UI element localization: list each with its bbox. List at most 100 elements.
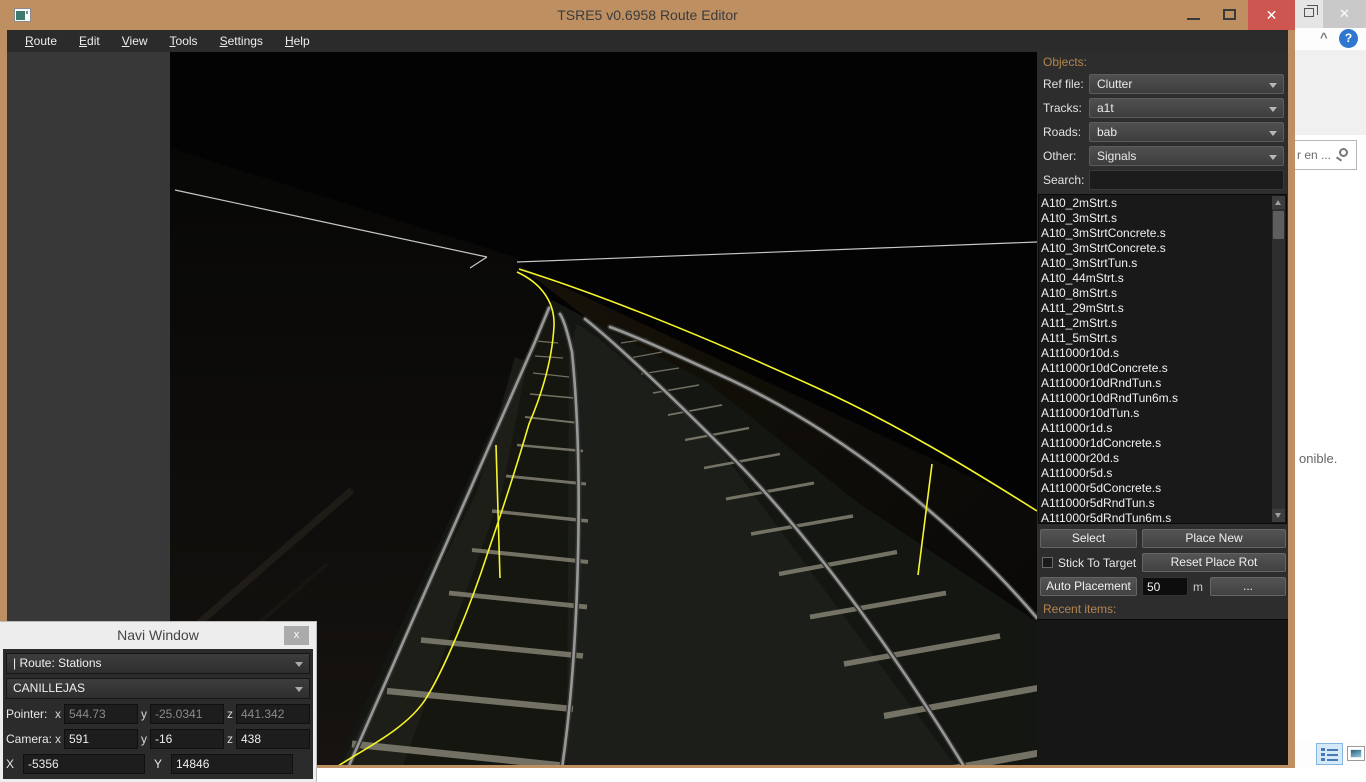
explorer-toolbar: ^ ? [1295,28,1366,50]
stick-to-target-label: Stick To Target [1058,556,1136,570]
auto-placement-button[interactable]: Auto Placement [1040,577,1137,596]
station-select[interactable]: CANILLEJAS [6,678,310,699]
camera-row: Camera: x y z [6,728,310,749]
ref-list-item[interactable]: A1t1_5mStrt.s [1041,331,1271,346]
tracks-select[interactable]: a1t [1089,98,1284,118]
pointer-y-field[interactable] [150,704,224,724]
menu-settings[interactable]: Settings [211,32,272,50]
camera-x-field[interactable] [64,729,138,749]
select-button[interactable]: Select [1040,529,1137,548]
chevron-down-icon [295,662,303,667]
search-input[interactable] [1089,170,1284,190]
recent-items-list[interactable] [1037,619,1288,765]
ref-list-item[interactable]: A1t0_3mStrtTun.s [1041,256,1271,271]
pointer-x-field[interactable] [64,704,138,724]
explorer-titlebar: ✕ [1295,0,1366,28]
ref-list-item[interactable]: A1t1000r10dConcrete.s [1041,361,1271,376]
menu-route[interactable]: Route [16,32,66,50]
pointer-y-label: y [141,707,147,721]
chevron-up-icon[interactable]: ^ [1320,30,1328,45]
close-button[interactable]: ✕ [1248,0,1295,30]
ref-list-item[interactable]: A1t0_3mStrtConcrete.s [1041,241,1271,256]
ref-list-container: A1t0_2mStrt.sA1t0_3mStrt.sA1t0_3mStrtCon… [1038,194,1287,524]
explorer-close-button[interactable]: ✕ [1323,0,1366,28]
stick-to-target-cell: Stick To Target [1040,556,1137,570]
restore-icon[interactable] [1304,8,1314,17]
list-scrollbar[interactable] [1272,196,1285,522]
tile-x-label: X [6,757,20,771]
reset-place-rot-button[interactable]: Reset Place Rot [1142,553,1286,572]
roads-select[interactable]: bab [1089,122,1284,142]
ref-list-item[interactable]: A1t1000r5dRndTun6m.s [1041,511,1271,522]
roads-label: Roads: [1043,125,1089,139]
navi-close-button[interactable]: x [284,626,309,645]
tile-x-field[interactable] [23,754,145,774]
scroll-down-button[interactable] [1272,509,1285,522]
ref-list-item[interactable]: A1t1000r1d.s [1041,421,1271,436]
ref-list-item[interactable]: A1t0_3mStrtConcrete.s [1041,226,1271,241]
route-marker-select[interactable]: | Route: Stations [6,653,310,674]
ref-list-item[interactable]: A1t1000r1dConcrete.s [1041,436,1271,451]
pointer-x-label: x [55,707,61,721]
ref-list-item[interactable]: A1t1_2mStrt.s [1041,316,1271,331]
maximize-button[interactable] [1214,0,1248,30]
minimize-button[interactable] [1178,0,1212,30]
ref-list-item[interactable]: A1t1000r5dConcrete.s [1041,481,1271,496]
navi-titlebar[interactable]: Navi Window x [3,622,313,649]
tile-y-label: Y [154,757,168,771]
camera-y-field[interactable] [150,729,224,749]
background-explorer-window: ✕ ^ ? r en ... onible. [1295,0,1366,768]
roads-row: Roads: bab [1037,120,1288,144]
scroll-up-icon [1275,200,1281,205]
ref-list-item[interactable]: A1t1000r5d.s [1041,466,1271,481]
pointer-row: Pointer: x y z [6,703,310,724]
ref-list-item[interactable]: A1t1000r5dRndTun.s [1041,496,1271,511]
pointer-z-label: z [227,707,233,721]
help-icon[interactable]: ? [1339,29,1358,48]
pointer-z-field[interactable] [236,704,310,724]
ref-list-item[interactable]: A1t1_29mStrt.s [1041,301,1271,316]
titlebar[interactable]: TSRE5 v0.6958 Route Editor ✕ [0,0,1295,30]
camera-label: Camera: [6,732,52,746]
recent-items-label: Recent items: [1037,596,1288,619]
menu-help[interactable]: Help [276,32,319,50]
ref-list-item[interactable]: A1t1000r10d.s [1041,346,1271,361]
ref-list-item[interactable]: A1t1000r10dRndTun6m.s [1041,391,1271,406]
ref-file-label: Ref file: [1043,77,1089,91]
place-new-button[interactable]: Place New [1142,529,1286,548]
more-options-button[interactable]: ... [1210,577,1286,596]
explorer-search-text: r en ... [1297,148,1331,162]
list-view-icon[interactable] [1316,743,1343,765]
maximize-icon [1223,9,1236,20]
chevron-down-icon [1269,131,1277,136]
ref-list-item[interactable]: A1t0_8mStrt.s [1041,286,1271,301]
menu-edit[interactable]: Edit [70,32,109,50]
other-row: Other: Signals [1037,144,1288,168]
app-icon [14,8,31,22]
ref-list-item[interactable]: A1t0_2mStrt.s [1041,196,1271,211]
distance-input[interactable] [1142,577,1188,596]
camera-z-field[interactable] [236,729,310,749]
ref-list-item[interactable]: A1t0_3mStrt.s [1041,211,1271,226]
objects-panel: Objects: Ref file: Clutter Tracks: a1t R… [1037,52,1288,765]
minimize-icon [1187,18,1200,20]
ref-list-item[interactable]: A1t1000r10dTun.s [1041,406,1271,421]
chevron-down-icon [1269,83,1277,88]
scroll-up-button[interactable] [1272,196,1285,209]
search-icon [1339,148,1348,157]
camera-y-label: y [141,732,147,746]
ref-list-item[interactable]: A1t0_44mStrt.s [1041,271,1271,286]
menu-view[interactable]: View [113,32,157,50]
ref-file-select[interactable]: Clutter [1089,74,1284,94]
explorer-search-box[interactable]: r en ... [1289,140,1357,170]
explorer-statusbar [1295,740,1366,768]
menu-tools[interactable]: Tools [161,32,207,50]
thumbnail-view-icon[interactable] [1347,746,1365,761]
camera-z-label: z [227,732,233,746]
scrollbar-thumb[interactable] [1273,211,1284,239]
other-select[interactable]: Signals [1089,146,1284,166]
ref-list-item[interactable]: A1t1000r10dRndTun.s [1041,376,1271,391]
stick-to-target-checkbox[interactable] [1042,557,1053,568]
ref-list-item[interactable]: A1t1000r20d.s [1041,451,1271,466]
tile-y-field[interactable] [171,754,293,774]
